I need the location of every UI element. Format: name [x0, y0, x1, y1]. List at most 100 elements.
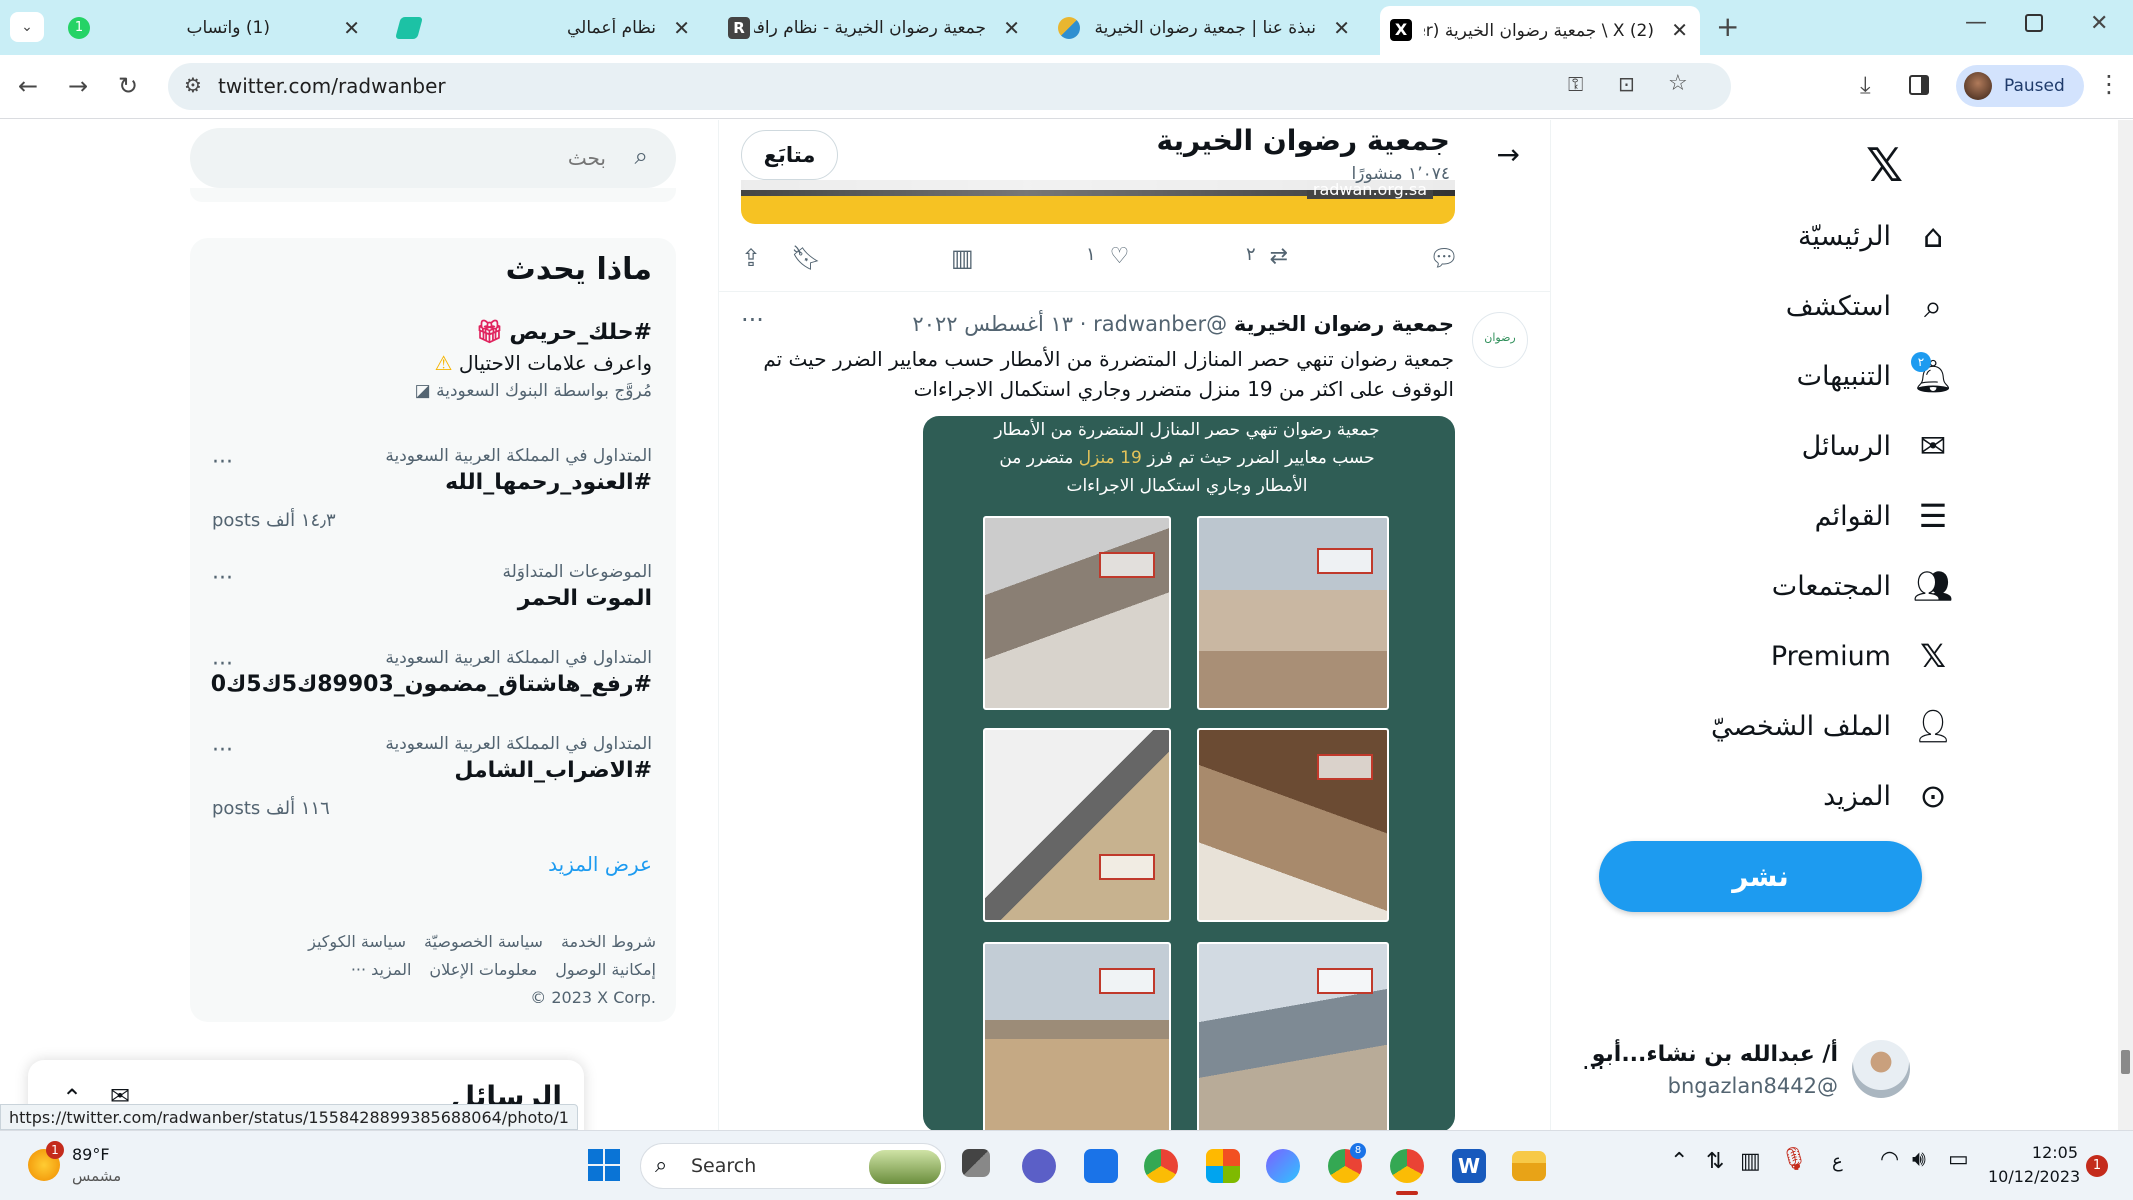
download-icon[interactable]: ⤓: [1860, 73, 1871, 97]
site-info-icon[interactable]: ⚙: [184, 75, 202, 95]
trend-item[interactable]: المتداول في المملكة العربية السعودية #ال…: [212, 734, 652, 824]
weather-widget[interactable]: 1 89°F مشمس: [28, 1141, 148, 1191]
share-icon[interactable]: ⇪: [741, 244, 761, 272]
promoted-trend[interactable]: #حلك_حريص 🎁︎ واعرف علامات الاحتيال ⚠ مُرو…: [212, 320, 652, 401]
close-icon[interactable]: ✕: [673, 16, 690, 40]
copilot-icon[interactable]: [1266, 1149, 1300, 1183]
trend-item[interactable]: الموضوعات المتداوَلة الموت الحمر ···: [212, 562, 652, 622]
profile-chip[interactable]: Paused: [1956, 65, 2084, 107]
search-input[interactable]: [306, 140, 606, 176]
stamp: [1317, 754, 1373, 780]
tab-whatsapp[interactable]: 1 (1) واتساب ✕: [60, 9, 370, 47]
clock[interactable]: 12:05 10/12/2023: [1988, 1141, 2080, 1189]
teams-icon[interactable]: [1022, 1149, 1056, 1183]
trend-item[interactable]: المتداول في المملكة العربية السعودية #ال…: [212, 446, 652, 536]
back-arrow-icon[interactable]: →: [1497, 138, 1520, 171]
close-icon[interactable]: ✕: [1003, 16, 1020, 40]
file-explorer-icon[interactable]: [1512, 1151, 1546, 1181]
active-indicator: [1396, 1191, 1418, 1195]
damage-photo: [1197, 942, 1389, 1130]
maximize-icon[interactable]: [2025, 14, 2043, 32]
avatar[interactable]: رضوان: [1472, 312, 1528, 368]
taskbar-search[interactable]: ⌕ Search: [640, 1143, 946, 1189]
more-horizontal-icon[interactable]: ···: [212, 566, 233, 591]
bookmark-icon[interactable]: 🔖︎: [791, 244, 821, 272]
trend-item[interactable]: المتداول في المملكة العربية السعودية #رف…: [211, 648, 652, 708]
nav-more[interactable]: ⊙ المزيد: [1823, 776, 1953, 816]
wifi-icon[interactable]: ◠: [1880, 1147, 1899, 1172]
close-icon[interactable]: ✕: [1671, 18, 1688, 42]
notification-badge[interactable]: 1: [2086, 1155, 2108, 1177]
tab-search-icon[interactable]: ⌄: [10, 12, 44, 42]
word-icon[interactable]: W: [1452, 1149, 1486, 1183]
account-switcher[interactable]: أ/ عبدالله بن نشاء...أبو @bngazlan8442 ·…: [1570, 1030, 1910, 1110]
bell-icon: 🔔︎ ٢: [1911, 352, 1953, 396]
nav-notifications[interactable]: 🔔︎ ٢ التنبيهات: [1797, 352, 1953, 396]
nav-home[interactable]: ⌂ الرئيسيّة: [1798, 216, 1953, 256]
damage-photo: [983, 942, 1171, 1130]
nav-messages[interactable]: ✉ الرسائل: [1802, 426, 1953, 466]
nav-communities[interactable]: 👥︎ المجتمعات: [1772, 566, 1954, 606]
key-icon[interactable]: ⚿: [1568, 74, 1583, 94]
menu-icon[interactable]: ⋮: [2097, 72, 2121, 96]
media-tray-icon[interactable]: ▥: [1740, 1149, 1761, 1174]
bookmark-star-icon[interactable]: ☆: [1668, 73, 1688, 95]
tab-rafed[interactable]: R جمعية رضوان الخيرية - نظام رافد ✕: [720, 9, 1030, 47]
notepad-icon[interactable]: [1084, 1149, 1118, 1183]
list-icon: ☰: [1918, 497, 1948, 535]
show-more-link[interactable]: عرض المزيد: [548, 852, 652, 876]
more-horizontal-icon[interactable]: ···: [212, 738, 233, 763]
microphone-icon[interactable]: 🎙︎: [1780, 1147, 1808, 1172]
battery-icon[interactable]: ▭: [1948, 1147, 1969, 1172]
chrome-active-icon[interactable]: [1390, 1149, 1424, 1183]
task-view-icon[interactable]: [962, 1149, 990, 1177]
like-button[interactable]: ♡ ١: [1086, 244, 1129, 269]
chrome-icon[interactable]: [1144, 1149, 1178, 1183]
post-button[interactable]: نشر: [1599, 841, 1922, 912]
notification-badge: ٢: [1911, 352, 1931, 372]
tab-amali[interactable]: نظام أعمالي ✕: [390, 9, 700, 47]
close-icon[interactable]: ✕: [1333, 16, 1350, 40]
nav-lists[interactable]: ☰ القوائم: [1815, 496, 1953, 536]
nav-premium[interactable]: 𝕏 Premium: [1771, 636, 1953, 676]
scrollbar[interactable]: [2118, 120, 2133, 1130]
communities-icon: 👥︎: [1912, 567, 1954, 605]
url-text[interactable]: twitter.com/radwanber: [218, 74, 446, 98]
side-panel-icon[interactable]: [1909, 75, 1929, 95]
store-icon[interactable]: [1206, 1149, 1240, 1183]
minimize-icon[interactable]: —: [1965, 12, 1987, 34]
follow-button[interactable]: متابَع: [741, 130, 838, 180]
nav-explore[interactable]: ⌕ استكشف: [1786, 286, 1953, 326]
retweet-button[interactable]: ⇄ ٢: [1246, 244, 1288, 269]
reload-icon[interactable]: ↻: [118, 74, 138, 98]
chevron-up-icon[interactable]: ⌃: [1670, 1149, 1688, 1174]
install-icon[interactable]: ⊡: [1618, 74, 1635, 94]
tab-about[interactable]: نبذة عنا | جمعية رضوان الخيرية ✕: [1050, 9, 1360, 47]
tab-twitter[interactable]: X (2) X \ جمعية رضوان الخيرية (radwanber…: [1380, 6, 1700, 55]
nav-profile[interactable]: 👤︎ الملف الشخصيّ: [1711, 706, 1953, 746]
windows-start-icon[interactable]: [588, 1149, 620, 1181]
chrome-profile-icon[interactable]: 8: [1328, 1143, 1366, 1183]
window-close-icon[interactable]: ✕: [2090, 13, 2108, 35]
rafed-logo-icon: R: [728, 17, 750, 39]
language-indicator[interactable]: ع: [1832, 1151, 1843, 1172]
reply-icon[interactable]: 💬︎: [1429, 244, 1459, 272]
search-icon: ⌕: [634, 142, 648, 170]
new-tab-icon[interactable]: +: [1716, 13, 1739, 41]
tweet[interactable]: رضوان جمعية رضوان الخيرية @radwanber · ١…: [719, 292, 1550, 1130]
forward-icon[interactable]: →: [68, 74, 88, 98]
tweet-image[interactable]: جمعية رضوان تنهي حصر المنازل المتضررة من…: [923, 416, 1455, 1130]
views-icon[interactable]: ▥: [951, 244, 974, 272]
more-horizontal-icon[interactable]: ···: [741, 306, 764, 334]
profile-header: → جمعية رضوان الخيرية ١٬٠٧٤ منشورًا متاب…: [719, 120, 1550, 190]
more-horizontal-icon[interactable]: ···: [212, 652, 233, 677]
back-icon[interactable]: ←: [18, 74, 38, 98]
close-icon[interactable]: ✕: [343, 16, 360, 40]
more-horizontal-icon[interactable]: ···: [1582, 1054, 1605, 1082]
more-horizontal-icon[interactable]: ···: [212, 450, 233, 475]
x-logo-icon[interactable]: 𝕏: [1866, 138, 1903, 192]
address-bar[interactable]: ⚙ twitter.com/radwanber ⚿ ⊡ ☆: [168, 63, 1731, 110]
settings-tray-icon[interactable]: ⇅: [1706, 1149, 1724, 1174]
search-box[interactable]: ⌕: [190, 128, 676, 188]
volume-icon[interactable]: 🔊︎: [1912, 1147, 1926, 1172]
